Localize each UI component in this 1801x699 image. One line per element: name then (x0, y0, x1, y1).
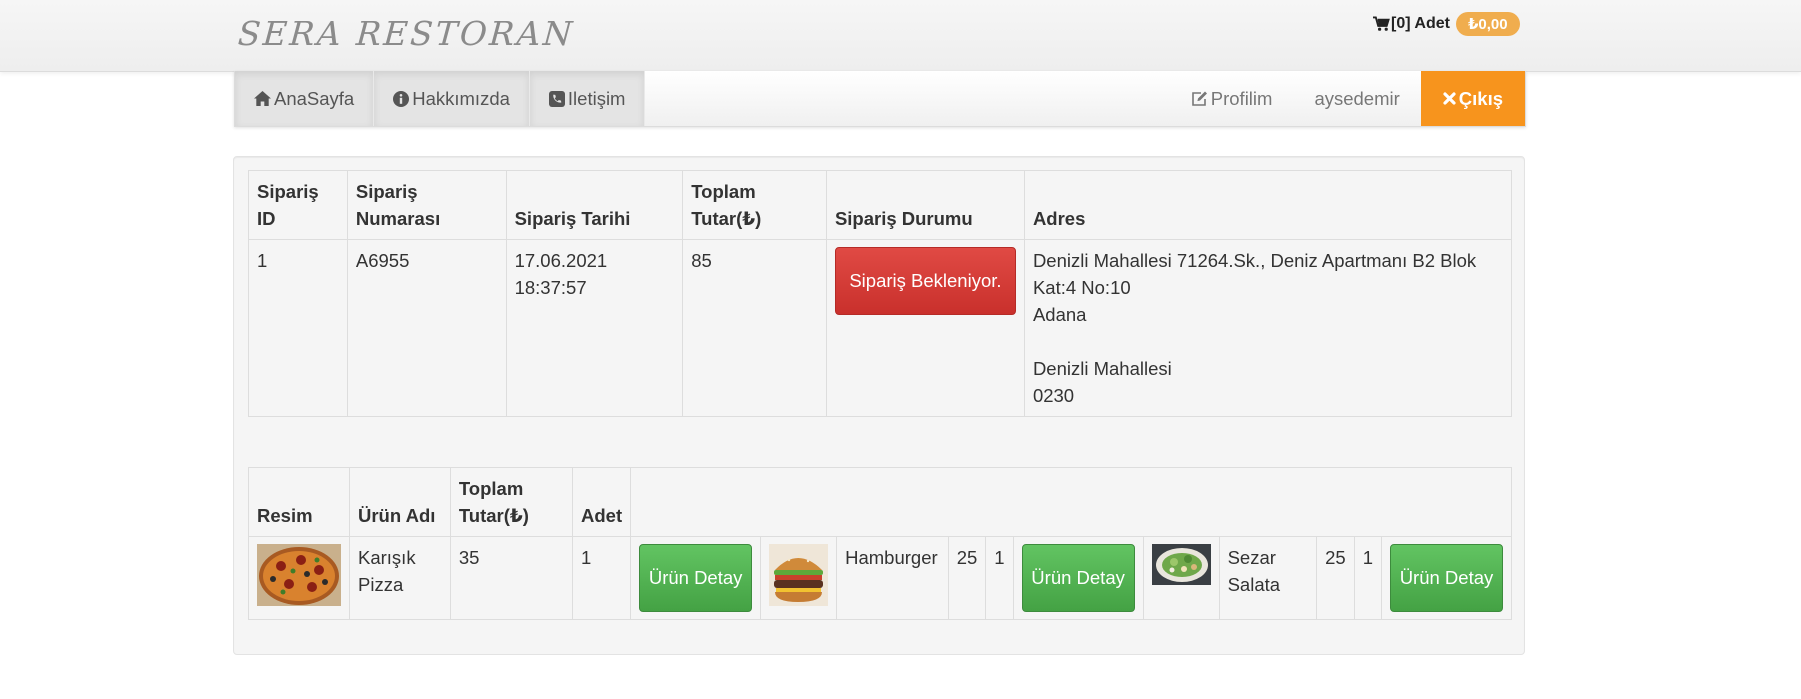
order-number: A6955 (346, 239, 507, 417)
product-name: Sezar Salata (1218, 536, 1318, 620)
product-image-cell (760, 536, 838, 620)
product-image-cell (248, 536, 350, 620)
product-image-cell (1142, 536, 1220, 620)
nav-contact-label: Iletişim (567, 87, 626, 109)
nav-about[interactable]: Hakkımızda (374, 71, 530, 126)
header-order-total: Toplam Tutar(₺) (682, 170, 827, 240)
close-icon (1443, 92, 1456, 105)
product-action-cell: Ürün Detay (1380, 536, 1513, 620)
product-total: 25 (947, 536, 987, 620)
cart-total-badge: ₺0,00 (1455, 12, 1520, 36)
nav-home-label: AnaSayfa (274, 87, 355, 109)
product-name: Karışık Pizza (349, 536, 451, 620)
pizza-image (257, 544, 341, 606)
main-navbar: AnaSayfa Hakkımızda Iletişim Profilim ay… (234, 71, 1526, 127)
header-product-name: Ürün Adı (349, 467, 451, 537)
product-quantity: 1 (571, 536, 632, 620)
cart-count-label: [0] Adet (1391, 15, 1450, 32)
brand-logo[interactable]: SERA RESTORAN (237, 14, 576, 53)
nav-home[interactable]: AnaSayfa (235, 71, 375, 126)
order-status-cell: Sipariş Bekleniyor. (825, 239, 1025, 417)
product-action-cell: Ürün Detay (630, 536, 762, 620)
order-date: 17.06.2021 18:37:57 (505, 239, 684, 417)
header-order-number: Sipariş Numarası (346, 170, 507, 240)
info-circle-icon (393, 90, 410, 107)
product-detail-button[interactable]: Ürün Detay (1021, 544, 1135, 612)
home-icon (254, 91, 271, 106)
product-total: 25 (1316, 536, 1355, 620)
header-empty (630, 467, 1512, 537)
header-image: Resim (248, 467, 350, 537)
table-row: 1 A6955 17.06.2021 18:37:57 85 Sipariş B… (248, 239, 1513, 417)
header-order-date: Sipariş Tarihi (505, 170, 684, 240)
edit-icon (1191, 91, 1208, 107)
order-table-header: Sipariş ID Sipariş Numarası Sipariş Tari… (248, 170, 1513, 240)
cart-summary[interactable]: [0] Adet ₺0,00 (1373, 11, 1520, 37)
salad-image (1151, 544, 1211, 585)
nav-contact[interactable]: Iletişim (529, 71, 646, 126)
items-table-header: Resim Ürün Adı Toplam Tutar(₺) Adet (248, 467, 1512, 537)
order-id: 1 (248, 239, 348, 417)
product-total: 35 (449, 536, 574, 620)
top-header: SERA RESTORAN [0] Adet ₺0,00 (0, 0, 1801, 72)
nav-profile-label: Profilim (1210, 87, 1273, 109)
nav-username[interactable]: aysedemir (1293, 71, 1420, 126)
order-items-table: Resim Ürün Adı Toplam Tutar(₺) Adet Karı… (248, 467, 1513, 620)
product-quantity: 1 (1353, 536, 1382, 620)
order-table: Sipariş ID Sipariş Numarası Sipariş Tari… (248, 170, 1513, 417)
nav-about-label: Hakkımızda (412, 87, 510, 109)
hamburger-image (769, 544, 829, 606)
shopping-cart-icon (1373, 16, 1390, 31)
logout-button[interactable]: Çıkış (1420, 71, 1525, 126)
header-product-total: Toplam Tutar(₺) (449, 467, 574, 537)
order-panel: Sipariş ID Sipariş Numarası Sipariş Tari… (233, 156, 1525, 655)
product-quantity: 1 (985, 536, 1014, 620)
product-name: Hamburger (836, 536, 949, 620)
nav-profile[interactable]: Profilim (1170, 71, 1294, 126)
product-detail-button[interactable]: Ürün Detay (1389, 544, 1503, 612)
logout-label: Çıkış (1458, 87, 1503, 109)
order-total: 85 (682, 239, 827, 417)
table-row: Karışık Pizza 35 1 Ürün Detay Hamburger … (248, 536, 1513, 620)
header-quantity: Adet (571, 467, 632, 537)
product-action-cell: Ürün Detay (1012, 536, 1144, 620)
header-address: Adres (1023, 170, 1513, 240)
header-order-id: Sipariş ID (248, 170, 348, 240)
order-address: Denizli Mahallesi 71264.Sk., Deniz Apart… (1023, 239, 1513, 417)
order-status-button[interactable]: Sipariş Bekleniyor. (834, 247, 1016, 315)
header-order-status: Sipariş Durumu (825, 170, 1025, 240)
product-detail-button[interactable]: Ürün Detay (639, 544, 753, 612)
phone-square-icon (548, 90, 565, 107)
